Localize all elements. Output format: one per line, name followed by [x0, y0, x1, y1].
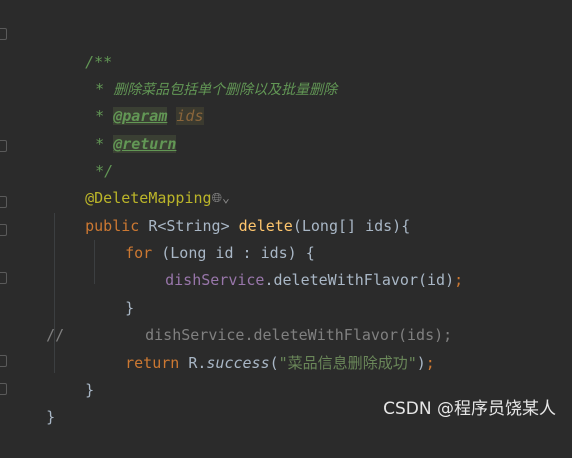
code-line: } — [10, 377, 55, 426]
class-reference: R. — [179, 354, 207, 372]
code-line: /** — [49, 22, 112, 71]
code-line: dishService.deleteWithFlavor(id); — [129, 240, 463, 289]
field-reference: dishService — [165, 271, 265, 289]
semicolon: ; — [425, 354, 435, 372]
semicolon: ; — [454, 271, 464, 289]
doc-tag-return: @return — [113, 135, 177, 153]
keyword: return — [125, 354, 180, 372]
fold-marker[interactable] — [0, 196, 7, 208]
code-line: return R.success("菜品信息删除成功"); — [89, 323, 435, 372]
doc-param-name: ids — [176, 107, 204, 125]
code-line: * 删除菜品包括单个删除以及批量删除 — [59, 49, 337, 98]
fold-marker[interactable] — [0, 383, 7, 395]
fold-marker[interactable] — [0, 272, 7, 284]
fold-marker[interactable] — [0, 28, 7, 40]
line-comment-marker: // — [46, 326, 65, 344]
code-line: for (Long id : ids) { — [89, 213, 315, 262]
code-line: } — [49, 350, 94, 399]
editor-gutter — [0, 0, 8, 429]
code-line: public R<String> delete(Long[] ids){ — [49, 186, 410, 235]
code-line: } — [89, 268, 134, 317]
code-line: // — [10, 295, 64, 344]
fold-marker[interactable] — [0, 140, 7, 152]
paren: ( — [269, 354, 279, 372]
fold-marker[interactable] — [0, 224, 7, 236]
static-method: success — [206, 354, 270, 372]
watermark: CSDN @程序员饶某人 — [383, 399, 556, 419]
closing-brace: } — [85, 381, 95, 399]
code-line: * @param ids — [59, 76, 204, 125]
code-line: */ — [59, 131, 113, 180]
code-line: dishService.deleteWithFlavor(ids); — [109, 295, 452, 344]
closing-brace: } — [46, 408, 56, 426]
paren: ) — [416, 354, 426, 372]
method-call: .deleteWithFlavor(id) — [264, 271, 455, 289]
code-line: * @return — [59, 104, 177, 153]
fold-marker[interactable] — [0, 355, 7, 367]
code-line: @DeleteMapping🌐︎⌄ — [49, 158, 230, 207]
string-literal: "菜品信息删除成功" — [278, 354, 417, 372]
